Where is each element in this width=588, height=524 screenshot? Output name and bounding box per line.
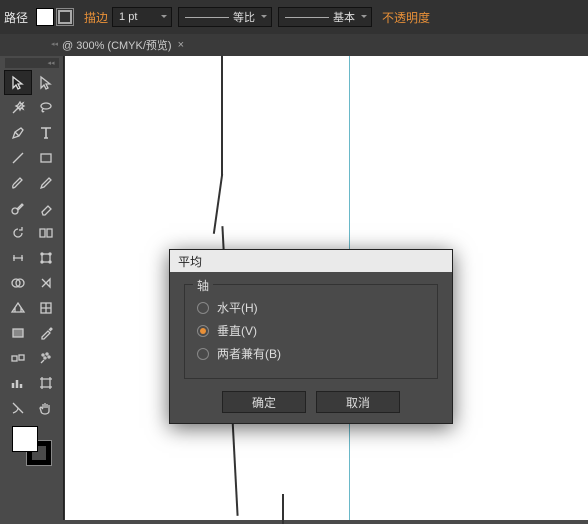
dialog-title: 平均	[170, 250, 452, 272]
width-tool[interactable]	[4, 245, 32, 270]
object-type-label: 路径	[4, 9, 28, 26]
radio-horizontal[interactable]: 水平(H)	[197, 299, 425, 316]
blend-tool[interactable]	[4, 345, 32, 370]
stroke-label[interactable]: 描边	[84, 9, 108, 26]
document-tabbar: @ 300% (CMYK/预览) ×	[0, 34, 588, 56]
axis-group: 轴 水平(H) 垂直(V) 两者兼有(B)	[184, 284, 438, 379]
path-segment[interactable]	[213, 174, 223, 234]
path-segment[interactable]	[221, 56, 223, 176]
live-paint-tool[interactable]	[32, 270, 60, 295]
hand-tool[interactable]	[32, 395, 60, 420]
reflect-tool[interactable]	[32, 220, 60, 245]
column-graph-tool[interactable]	[4, 370, 32, 395]
ok-button[interactable]: 确定	[222, 391, 306, 413]
pen-tool[interactable]	[4, 120, 32, 145]
gradient-tool[interactable]	[4, 320, 32, 345]
stroke-dash-dropdown[interactable]: 等比	[178, 7, 272, 27]
free-transform-tool[interactable]	[32, 245, 60, 270]
pencil-tool[interactable]	[32, 170, 60, 195]
document-tab[interactable]: @ 300% (CMYK/预览)	[62, 37, 172, 53]
stroke-weight-dropdown[interactable]: 1 pt	[112, 7, 172, 27]
fill-stroke-colors[interactable]	[12, 426, 52, 466]
radio-vertical[interactable]: 垂直(V)	[197, 322, 425, 339]
paintbrush-tool[interactable]	[4, 170, 32, 195]
axis-legend: 轴	[193, 277, 213, 294]
selection-tool[interactable]	[4, 70, 32, 95]
radio-icon	[197, 348, 209, 360]
control-bar: 路径 描边 1 pt 等比 基本 不透明度	[0, 0, 588, 34]
rotate-tool[interactable]	[4, 220, 32, 245]
stroke-swatch[interactable]	[56, 8, 74, 26]
mesh-tool[interactable]	[32, 295, 60, 320]
brush-def-dropdown[interactable]: 基本	[278, 7, 372, 27]
tools-panel	[0, 56, 64, 520]
slice-tool[interactable]	[4, 395, 32, 420]
magic-wand-tool[interactable]	[4, 95, 32, 120]
fill-color[interactable]	[12, 426, 38, 452]
cancel-button[interactable]: 取消	[316, 391, 400, 413]
fill-swatch[interactable]	[36, 8, 54, 26]
tools-panel-grip[interactable]	[5, 58, 59, 68]
radio-icon	[197, 302, 209, 314]
artboard-tool[interactable]	[32, 370, 60, 395]
shape-builder-tool[interactable]	[4, 270, 32, 295]
average-dialog: 平均 轴 水平(H) 垂直(V) 两者兼有(B) 确定 取消	[169, 249, 453, 424]
radio-both[interactable]: 两者兼有(B)	[197, 345, 425, 362]
radio-icon	[197, 325, 209, 337]
opacity-label[interactable]: 不透明度	[382, 9, 430, 26]
eyedropper-tool[interactable]	[32, 320, 60, 345]
symbol-spray-tool[interactable]	[32, 345, 60, 370]
line-tool[interactable]	[4, 145, 32, 170]
direct-select-tool[interactable]	[32, 70, 60, 95]
perspective-tool[interactable]	[4, 295, 32, 320]
type-tool[interactable]	[32, 120, 60, 145]
eraser-tool[interactable]	[32, 195, 60, 220]
rectangle-tool[interactable]	[32, 145, 60, 170]
lasso-tool[interactable]	[32, 95, 60, 120]
blob-brush-tool[interactable]	[4, 195, 32, 220]
panel-grip-icon[interactable]	[8, 39, 62, 49]
close-tab-icon[interactable]: ×	[178, 39, 184, 51]
line-icon	[185, 17, 229, 18]
line-icon	[285, 17, 329, 18]
